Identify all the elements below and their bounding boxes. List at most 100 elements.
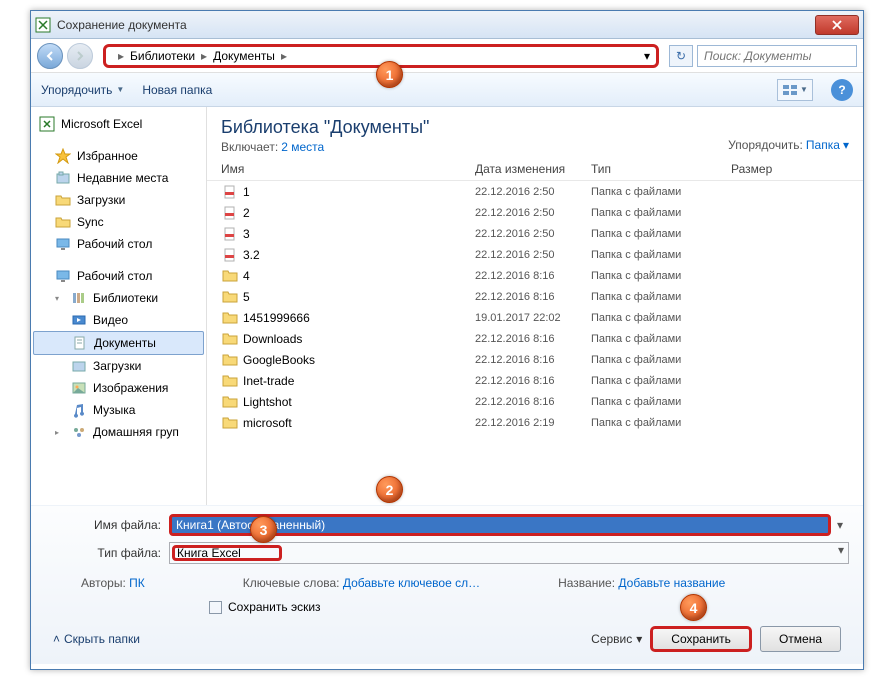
sidebar-item-homegroup[interactable]: ▸ Домашняя груп bbox=[33, 421, 204, 443]
sidebar-item-videos[interactable]: Видео bbox=[33, 309, 204, 331]
file-date: 22.12.2016 2:50 bbox=[475, 207, 591, 219]
file-row[interactable]: 3.222.12.2016 2:50Папка с файлами bbox=[221, 244, 849, 265]
file-date: 22.12.2016 8:16 bbox=[475, 270, 591, 282]
sidebar-item-documents[interactable]: Документы bbox=[33, 331, 204, 355]
sidebar-item-sync[interactable]: Sync bbox=[33, 211, 204, 233]
file-row[interactable]: 145199966619.01.2017 22:02Папка с файлам… bbox=[221, 307, 849, 328]
file-row[interactable]: 522.12.2016 8:16Папка с файлами bbox=[221, 286, 849, 307]
file-name: 5 bbox=[243, 290, 475, 304]
file-type: Папка с файлами bbox=[591, 228, 731, 240]
sidebar-label: Документы bbox=[94, 336, 156, 350]
sidebar-item-downloads[interactable]: Загрузки bbox=[33, 189, 204, 211]
sidebar-item-music[interactable]: Музыка bbox=[33, 399, 204, 421]
organize-menu[interactable]: Упорядочить ▼ bbox=[41, 83, 124, 97]
sidebar-item-recent[interactable]: Недавние места bbox=[33, 167, 204, 189]
file-row[interactable]: 322.12.2016 2:50Папка с файлами bbox=[221, 223, 849, 244]
desktop-icon bbox=[55, 268, 71, 284]
breadcrumb-seg-libraries[interactable]: Библиотеки bbox=[130, 49, 195, 63]
file-name: 1 bbox=[243, 185, 475, 199]
libraries-icon bbox=[71, 290, 87, 306]
file-row[interactable]: microsoft22.12.2016 2:19Папка с файлами bbox=[221, 412, 849, 433]
sidebar-item-pictures[interactable]: Изображения bbox=[33, 377, 204, 399]
file-row[interactable]: Lightshot22.12.2016 8:16Папка с файлами bbox=[221, 391, 849, 412]
breadcrumb-seg-documents[interactable]: Документы bbox=[213, 49, 275, 63]
callout-1: 1 bbox=[376, 61, 403, 88]
music-icon bbox=[71, 402, 87, 418]
tools-menu[interactable]: Сервис ▾ bbox=[591, 632, 642, 646]
file-type: Папка с файлами bbox=[591, 396, 731, 408]
sidebar-label: Избранное bbox=[77, 149, 138, 163]
back-button[interactable] bbox=[37, 43, 63, 69]
filetype-select[interactable]: Книга Excel ▾ bbox=[169, 542, 849, 564]
file-date: 22.12.2016 8:16 bbox=[475, 291, 591, 303]
file-type: Папка с файлами bbox=[591, 249, 731, 261]
cancel-button[interactable]: Отмена bbox=[760, 626, 841, 652]
file-date: 22.12.2016 2:50 bbox=[475, 249, 591, 261]
chevron-up-icon: ˄ bbox=[53, 632, 60, 646]
chevron-down-icon: ▼ bbox=[116, 85, 124, 94]
chevron-down-icon[interactable]: ▾ bbox=[831, 518, 849, 532]
callout-3: 3 bbox=[250, 516, 277, 543]
documents-icon bbox=[72, 335, 88, 351]
sidebar-item-excel[interactable]: Microsoft Excel bbox=[33, 113, 204, 135]
file-name: 1451999666 bbox=[243, 311, 475, 325]
chevron-down-icon[interactable]: ▾ bbox=[843, 138, 849, 152]
sidebar-item-libraries[interactable]: ▾ Библиотеки bbox=[33, 287, 204, 309]
col-date[interactable]: Дата изменения bbox=[475, 162, 591, 176]
title-label: Название: bbox=[558, 576, 615, 590]
sidebar-item-desktop[interactable]: Рабочий стол bbox=[33, 233, 204, 255]
authors-value[interactable]: ПК bbox=[129, 576, 145, 590]
file-icon bbox=[221, 226, 239, 242]
recent-icon bbox=[55, 170, 71, 186]
folder-icon bbox=[221, 373, 239, 389]
file-type: Папка с файлами bbox=[591, 207, 731, 219]
save-button[interactable]: Сохранить bbox=[650, 626, 752, 652]
file-row[interactable]: 222.12.2016 2:50Папка с файлами bbox=[221, 202, 849, 223]
file-row[interactable]: 422.12.2016 8:16Папка с файлами bbox=[221, 265, 849, 286]
col-size[interactable]: Размер bbox=[731, 162, 811, 176]
file-row[interactable]: 122.12.2016 2:50Папка с файлами bbox=[221, 181, 849, 202]
new-folder-button[interactable]: Новая папка bbox=[142, 83, 212, 97]
sidebar-label: Microsoft Excel bbox=[61, 117, 142, 131]
window-title: Сохранение документа bbox=[57, 18, 815, 32]
file-name: microsoft bbox=[243, 416, 475, 430]
file-row[interactable]: Inet-trade22.12.2016 8:16Папка с файлами bbox=[221, 370, 849, 391]
folder-icon bbox=[221, 394, 239, 410]
filetype-value: Книга Excel bbox=[177, 546, 241, 560]
col-name[interactable]: Имя bbox=[221, 162, 475, 176]
file-row[interactable]: GoogleBooks22.12.2016 8:16Папка с файлам… bbox=[221, 349, 849, 370]
file-type: Папка с файлами bbox=[591, 417, 731, 429]
filetype-label: Тип файла: bbox=[45, 546, 169, 560]
close-button[interactable] bbox=[815, 15, 859, 35]
arrange-value[interactable]: Папка bbox=[806, 138, 840, 152]
sidebar-item-desktop2[interactable]: Рабочий стол bbox=[33, 265, 204, 287]
hide-folders-link[interactable]: ˄ Скрыть папки bbox=[53, 632, 140, 646]
arrange-by: Упорядочить: Папка ▾ bbox=[728, 138, 863, 158]
sidebar: Microsoft Excel Избранное Недавние места… bbox=[31, 107, 207, 505]
sidebar-item-downloads2[interactable]: Загрузки bbox=[33, 355, 204, 377]
chevron-down-icon[interactable]: ▾ bbox=[644, 49, 650, 63]
folder-icon bbox=[221, 268, 239, 284]
search-input[interactable] bbox=[697, 45, 857, 67]
chevron-right-icon: ▸ bbox=[281, 49, 287, 63]
title-value[interactable]: Добавьте название bbox=[618, 576, 725, 590]
file-date: 22.12.2016 2:50 bbox=[475, 228, 591, 240]
view-options-button[interactable]: ▼ bbox=[777, 79, 813, 101]
file-date: 22.12.2016 2:19 bbox=[475, 417, 591, 429]
save-thumbnail-checkbox[interactable] bbox=[209, 601, 222, 614]
tags-label: Ключевые слова: bbox=[243, 576, 340, 590]
forward-button[interactable] bbox=[67, 43, 93, 69]
file-icon bbox=[221, 247, 239, 263]
file-row[interactable]: Downloads22.12.2016 8:16Папка с файлами bbox=[221, 328, 849, 349]
col-type[interactable]: Тип bbox=[591, 162, 731, 176]
content-area: Microsoft Excel Избранное Недавние места… bbox=[31, 107, 863, 505]
file-list[interactable]: 122.12.2016 2:50Папка с файлами222.12.20… bbox=[207, 181, 863, 505]
includes-link[interactable]: 2 места bbox=[281, 140, 324, 154]
refresh-button[interactable]: ↻ bbox=[669, 45, 693, 67]
sidebar-label: Рабочий стол bbox=[77, 237, 152, 251]
callout-4: 4 bbox=[680, 594, 707, 621]
help-button[interactable]: ? bbox=[831, 79, 853, 101]
file-name: 2 bbox=[243, 206, 475, 220]
tags-value[interactable]: Добавьте ключевое сл… bbox=[343, 576, 480, 590]
sidebar-item-favorites[interactable]: Избранное bbox=[33, 145, 204, 167]
